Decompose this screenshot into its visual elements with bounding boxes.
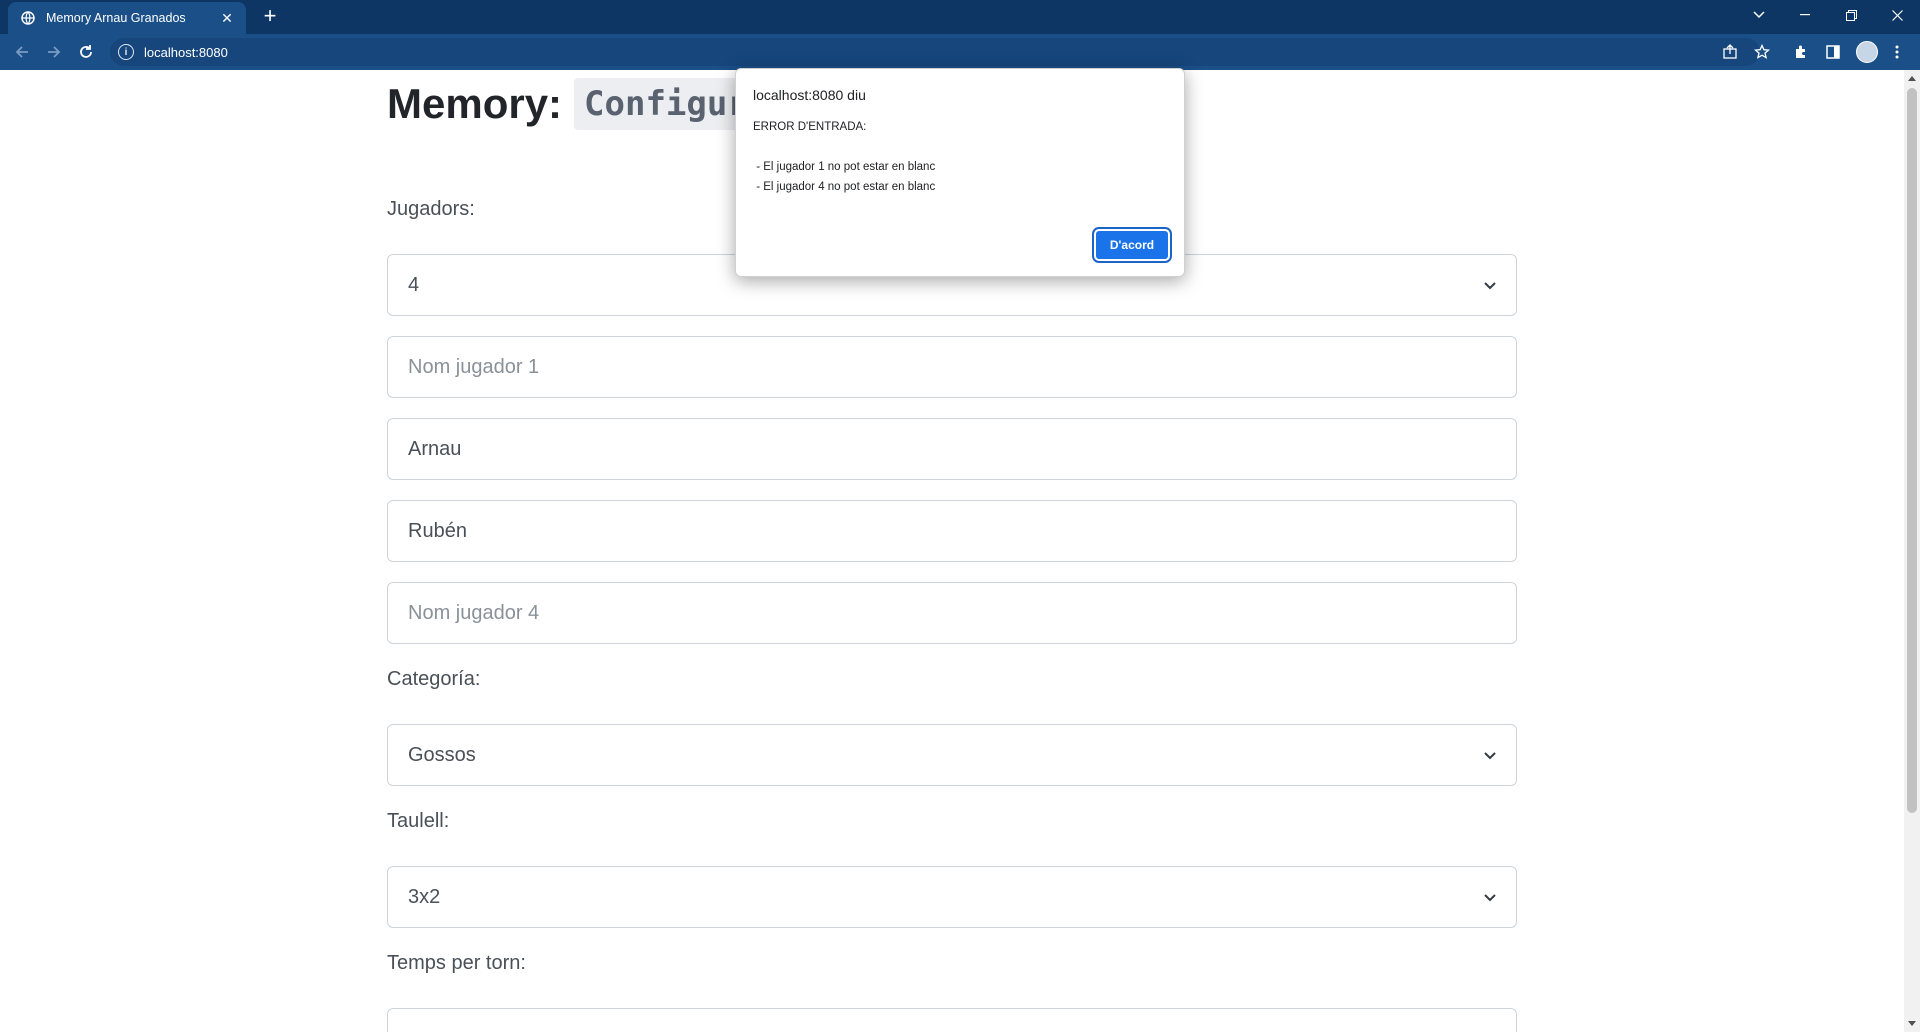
title-word: Memory: [387,80,563,127]
back-arrow-icon[interactable] [10,40,34,64]
bookmark-star-icon[interactable] [1752,42,1772,62]
player-2-value: Arnau [408,437,462,460]
player-4-placeholder: Nom jugador 4 [408,601,540,624]
title-code: Configur [574,78,758,130]
menu-kebab-icon[interactable] [1887,42,1907,62]
globe-icon [20,10,36,26]
player-1-placeholder: Nom jugador 1 [408,355,540,378]
tab-strip: Memory Arnau Granados ✕ + [0,0,1920,34]
ok-button[interactable]: D'acord [1092,227,1172,263]
tab-title: Memory Arnau Granados [46,11,186,25]
extensions-icon[interactable] [1791,42,1811,62]
chevron-down-icon [1484,282,1496,290]
browser-toolbar: i localhost:8080 [0,34,1920,70]
new-tab-button[interactable]: + [258,5,282,29]
chevron-down-icon [1484,752,1496,760]
board-label: Taulell: [387,810,450,832]
player-2-input[interactable]: Arnau [387,418,1517,480]
alert-dialog: localhost:8080 diu ERROR D'ENTRADA: - El… [735,68,1185,277]
player-3-input[interactable]: Rubén [387,500,1517,562]
site-info-icon[interactable]: i [118,44,134,60]
dialog-origin: localhost:8080 diu [753,87,866,103]
chevron-down-icon [1484,894,1496,902]
player-1-input[interactable]: Nom jugador 1 [387,336,1517,398]
board-select-value: 3x2 [408,885,441,908]
board-select[interactable]: 3x2 [387,866,1517,928]
share-icon[interactable] [1720,42,1740,62]
reload-icon[interactable] [74,40,98,64]
players-select-value: 4 [408,273,420,296]
category-select[interactable]: Gossos [387,724,1517,786]
tab-search-icon[interactable] [1736,0,1782,30]
time-label: Temps per torn: [387,952,526,974]
browser-tab[interactable]: Memory Arnau Granados ✕ [8,2,246,34]
scroll-up-arrow-icon[interactable] [1908,76,1916,81]
tab-close-icon[interactable]: ✕ [218,9,236,27]
close-window-button[interactable] [1874,0,1920,30]
player-4-input[interactable]: Nom jugador 4 [387,582,1517,644]
page-title: Memory: Configur [387,78,758,130]
restore-button[interactable] [1828,0,1874,30]
forward-arrow-icon[interactable] [42,40,66,64]
scroll-down-arrow-icon[interactable] [1908,1021,1916,1026]
address-bar[interactable]: i localhost:8080 [110,38,1760,66]
side-panel-icon[interactable] [1823,42,1843,62]
category-select-value: Gossos [408,743,476,766]
profile-avatar[interactable] [1856,41,1878,63]
player-3-value: Rubén [408,519,467,542]
minimize-button[interactable] [1782,0,1828,30]
scrollbar-thumb[interactable] [1907,88,1917,813]
category-label: Categoría: [387,668,481,690]
url-text: localhost:8080 [144,44,228,60]
page-scrollbar[interactable] [1904,70,1920,1032]
dialog-message: ERROR D'ENTRADA: - El jugador 1 no pot e… [753,121,936,193]
time-input[interactable] [387,1008,1517,1032]
players-label: Jugadors: [387,198,475,220]
